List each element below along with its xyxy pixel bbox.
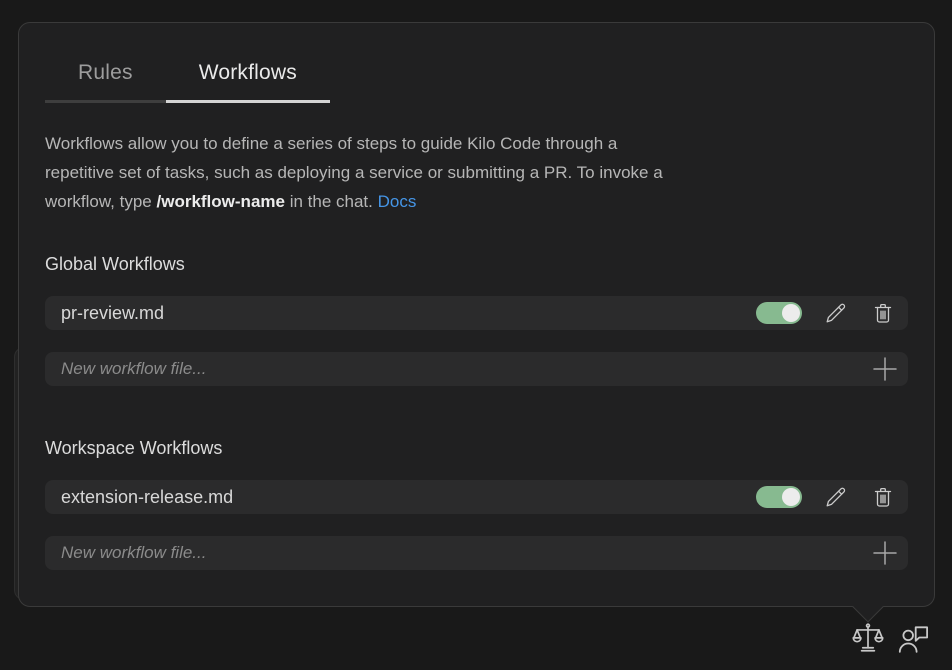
rules-workflows-button[interactable] [851,622,885,659]
description-line-3: workflow, type /workflow-name in the cha… [45,187,908,216]
new-workflow-input-row [45,352,908,386]
global-workflows-title: Global Workflows [45,254,908,275]
delete-workflow-button[interactable] [870,300,896,326]
workflow-file-name: extension-release.md [61,487,233,508]
edit-workflow-button[interactable] [823,484,849,510]
new-workflow-input-row [45,536,908,570]
workflow-file-name: pr-review.md [61,303,164,324]
workflow-enabled-toggle[interactable] [756,486,802,508]
workflow-enabled-toggle[interactable] [756,302,802,324]
trash-icon [871,301,895,325]
toggle-knob [782,488,800,506]
description-line-2: repetitive set of tasks, such as deployi… [45,158,908,187]
pencil-icon [824,301,848,325]
workflow-file-row: extension-release.md [45,480,908,514]
workflow-command-example: /workflow-name [157,192,285,211]
row-controls [756,484,896,510]
new-workflow-input[interactable] [61,359,872,379]
description-line-1: Workflows allow you to define a series o… [45,129,908,158]
edit-workflow-button[interactable] [823,300,849,326]
docs-link[interactable]: Docs [378,192,417,211]
workspace-workflows-title: Workspace Workflows [45,438,908,459]
pencil-icon [824,485,848,509]
tab-rules[interactable]: Rules [45,61,166,103]
tab-workflows[interactable]: Workflows [166,61,330,103]
workflows-description: Workflows allow you to define a series o… [45,129,908,216]
add-workflow-button[interactable] [872,540,898,566]
row-controls [756,300,896,326]
workflow-file-row: pr-review.md [45,296,908,330]
add-workflow-button[interactable] [872,356,898,382]
workflows-panel: Rules Workflows Workflows allow you to d… [18,22,935,607]
delete-workflow-button[interactable] [870,484,896,510]
law-scale-icon [851,622,885,656]
tabs: Rules Workflows [45,23,908,103]
feedback-button[interactable] [895,621,931,660]
toggle-knob [782,304,800,322]
new-workflow-input[interactable] [61,543,872,563]
trash-icon [871,485,895,509]
plus-icon [872,356,898,382]
feedback-icon [895,621,931,657]
plus-icon [872,540,898,566]
